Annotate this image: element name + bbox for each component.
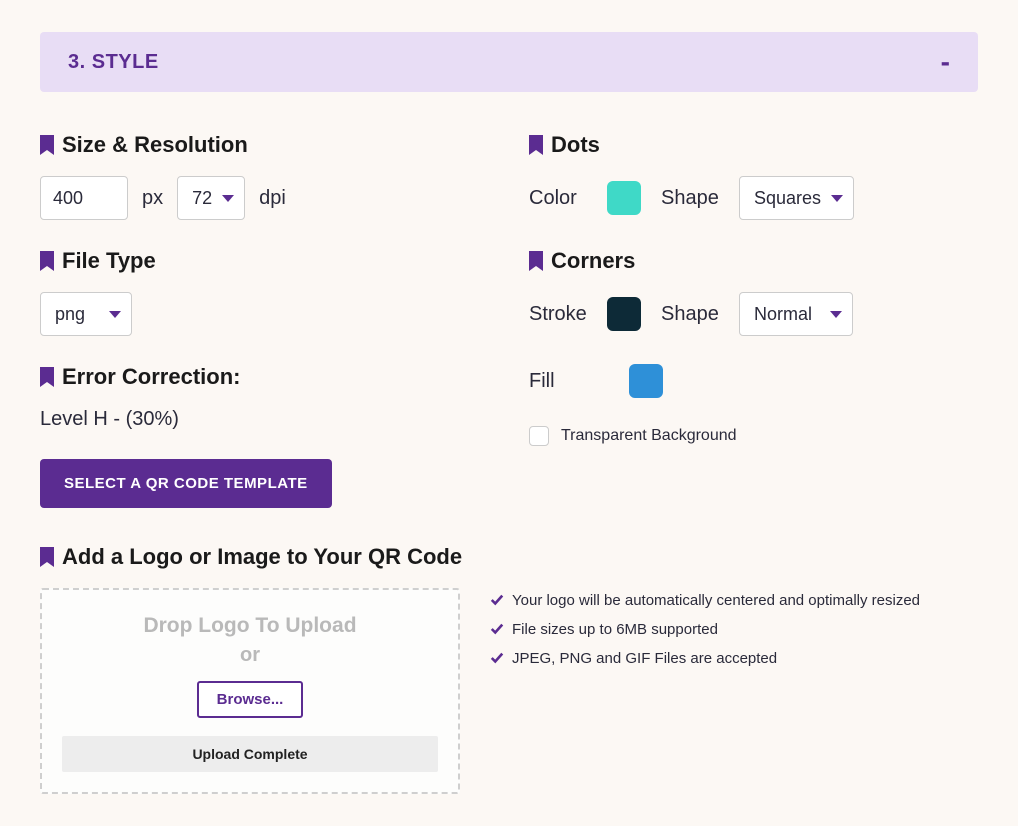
chevron-down-icon <box>109 311 121 318</box>
bookmark-icon <box>40 251 54 271</box>
corners-heading: Corners <box>529 248 978 274</box>
logo-tips-list: Your logo will be automatically centered… <box>490 588 978 794</box>
error-correction-label: Error Correction: <box>62 364 240 390</box>
browse-button[interactable]: Browse... <box>197 681 304 718</box>
file-type-label: File Type <box>62 248 156 274</box>
dots-color-label: Color <box>529 187 593 210</box>
corners-shape-label: Shape <box>661 303 725 326</box>
corners-label: Corners <box>551 248 635 274</box>
check-icon <box>490 651 504 665</box>
upload-progress: Upload Complete <box>62 736 438 772</box>
corners-stroke-color-picker[interactable] <box>607 297 641 331</box>
dots-color-picker[interactable] <box>607 181 641 215</box>
error-correction-value: Level H - (30%) <box>40 408 489 431</box>
dots-heading: Dots <box>529 132 978 158</box>
tip-text: JPEG, PNG and GIF Files are accepted <box>512 648 777 669</box>
file-type-value: png <box>55 304 85 325</box>
tip-text: Your logo will be automatically centered… <box>512 590 920 611</box>
list-item: JPEG, PNG and GIF Files are accepted <box>490 648 978 669</box>
chevron-down-icon <box>830 311 842 318</box>
chevron-down-icon <box>222 195 234 202</box>
size-resolution-label: Size & Resolution <box>62 132 248 158</box>
transparent-bg-checkbox[interactable] <box>529 426 549 446</box>
corners-shape-value: Normal <box>754 304 812 325</box>
add-logo-label: Add a Logo or Image to Your QR Code <box>62 544 462 570</box>
tip-text: File sizes up to 6MB supported <box>512 619 718 640</box>
dpi-label: dpi <box>259 187 286 210</box>
style-accordion-title: 3. STYLE <box>68 51 159 74</box>
bookmark-icon <box>40 367 54 387</box>
px-label: px <box>142 187 163 210</box>
style-accordion-header[interactable]: 3. STYLE - <box>40 32 978 92</box>
collapse-icon: - <box>941 46 950 78</box>
bookmark-icon <box>40 135 54 155</box>
add-logo-heading: Add a Logo or Image to Your QR Code <box>40 544 978 570</box>
file-type-heading: File Type <box>40 248 489 274</box>
list-item: Your logo will be automatically centered… <box>490 590 978 611</box>
dots-shape-select[interactable]: Squares <box>739 176 854 220</box>
transparent-bg-label: Transparent Background <box>561 427 737 445</box>
corners-fill-color-picker[interactable] <box>629 364 663 398</box>
bookmark-icon <box>40 547 54 567</box>
dots-shape-label: Shape <box>661 187 725 210</box>
size-input[interactable] <box>40 176 128 220</box>
bookmark-icon <box>529 251 543 271</box>
corners-shape-select[interactable]: Normal <box>739 292 853 336</box>
corners-fill-label: Fill <box>529 370 593 393</box>
list-item: File sizes up to 6MB supported <box>490 619 978 640</box>
dropzone-or-text: or <box>62 644 438 667</box>
chevron-down-icon <box>831 195 843 202</box>
dots-label: Dots <box>551 132 600 158</box>
check-icon <box>490 622 504 636</box>
check-icon <box>490 593 504 607</box>
dpi-value: 72 <box>192 188 212 209</box>
error-correction-heading: Error Correction: <box>40 364 489 390</box>
size-resolution-heading: Size & Resolution <box>40 132 489 158</box>
corners-stroke-label: Stroke <box>529 303 593 326</box>
select-template-button[interactable]: SELECT A QR CODE TEMPLATE <box>40 459 332 508</box>
dpi-select[interactable]: 72 <box>177 176 245 220</box>
file-type-select[interactable]: png <box>40 292 132 336</box>
dropzone-text: Drop Logo To Upload <box>62 614 438 638</box>
dots-shape-value: Squares <box>754 188 821 209</box>
bookmark-icon <box>529 135 543 155</box>
logo-dropzone[interactable]: Drop Logo To Upload or Browse... Upload … <box>40 588 460 794</box>
